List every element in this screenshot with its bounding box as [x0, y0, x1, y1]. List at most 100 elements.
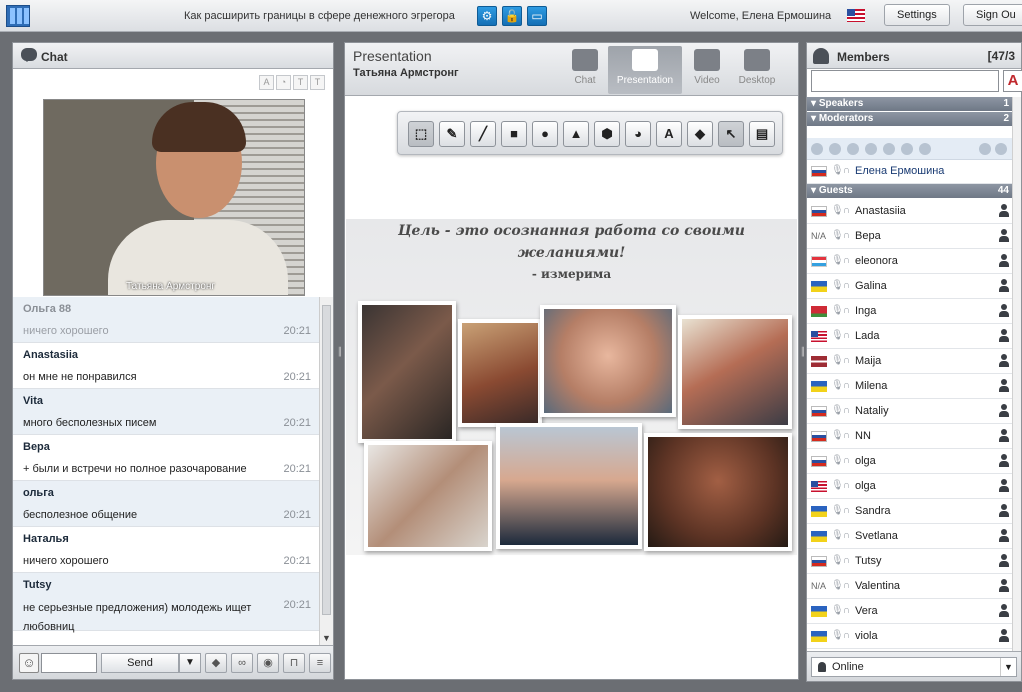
member-row[interactable]: 🎙∩ viola	[807, 624, 1013, 649]
user-icon[interactable]	[999, 304, 1009, 317]
member-row[interactable]: 🎙∩ Sandra	[807, 499, 1013, 524]
member-row[interactable]: 🎙∩ Vera	[807, 599, 1013, 624]
alert-icon[interactable]	[901, 143, 913, 155]
scrollbar-thumb[interactable]	[322, 305, 331, 615]
text-icon[interactable]: A	[656, 121, 682, 147]
font-a-icon[interactable]: A	[1003, 70, 1022, 92]
tab-chat[interactable]: Chat	[559, 46, 611, 94]
lock-icon[interactable]: 🔓	[502, 6, 522, 26]
pencil-icon[interactable]: ✎	[439, 121, 465, 147]
member-row[interactable]: 🎙∩ NN	[807, 424, 1013, 449]
group-moderators[interactable]: ▾ Moderators 2	[807, 112, 1013, 126]
pie-icon[interactable]: ◕	[625, 121, 651, 147]
eye-icon[interactable]: ◉	[257, 653, 279, 673]
user-icon[interactable]	[999, 504, 1009, 517]
list-icon[interactable]: ≡	[309, 653, 331, 673]
send-dropdown-icon[interactable]: ▼	[179, 653, 201, 673]
scroll-down-icon[interactable]: ▼	[322, 633, 331, 643]
member-row[interactable]: 🎙∩ Anastasiia	[807, 199, 1013, 224]
mic-icon[interactable]	[811, 143, 823, 155]
settings-button[interactable]: Settings	[884, 4, 950, 26]
ukraine-flag-icon	[811, 381, 827, 392]
send-button[interactable]: Send	[101, 653, 179, 673]
member-search-input[interactable]	[811, 70, 999, 92]
user-icon[interactable]	[999, 579, 1009, 592]
user-icon[interactable]	[999, 254, 1009, 267]
member-row-moderator[interactable]: 🎙∩ Елена Ермошина	[807, 159, 1013, 184]
ukraine-flag-icon	[811, 506, 827, 517]
right-splitter-handle[interactable]: ║	[800, 348, 806, 356]
cam-icon[interactable]	[883, 143, 895, 155]
font-increase-icon[interactable]: T	[293, 75, 308, 90]
member-row[interactable]: 🎙∩ Tutsy	[807, 549, 1013, 574]
tab-desktop[interactable]: Desktop	[731, 46, 783, 94]
member-row[interactable]: 🎙∩ Inga	[807, 299, 1013, 324]
user-icon[interactable]	[999, 629, 1009, 642]
member-row[interactable]: 🎙∩ eleonora	[807, 249, 1013, 274]
minus-icon[interactable]	[919, 143, 931, 155]
font-decrease-icon[interactable]: T	[310, 75, 325, 90]
user-icon[interactable]	[999, 404, 1009, 417]
user-icon[interactable]	[999, 229, 1009, 242]
tab-presentation[interactable]: Presentation	[608, 46, 682, 94]
user-icon[interactable]	[999, 379, 1009, 392]
member-row[interactable]: 🎙∩ olga	[807, 474, 1013, 499]
tab-video[interactable]: Video	[681, 46, 733, 94]
list-icon[interactable]	[829, 143, 841, 155]
mic-icon[interactable]	[847, 143, 859, 155]
user-icon[interactable]	[999, 454, 1009, 467]
user-icon[interactable]	[999, 354, 1009, 367]
unlock-icon[interactable]: ⊓	[283, 653, 305, 673]
eraser-icon[interactable]: ◆	[205, 653, 227, 673]
smiley-icon[interactable]: ☺	[19, 653, 39, 673]
pointer-icon[interactable]: ↖	[718, 121, 744, 147]
group-guests[interactable]: ▾ Guests 44	[807, 184, 1013, 198]
user-icon[interactable]	[999, 279, 1009, 292]
user-icon[interactable]	[999, 204, 1009, 217]
sign-out-button[interactable]: Sign Ou	[963, 4, 1022, 26]
message-author: Вера	[23, 441, 50, 453]
rectangle-icon[interactable]: ■	[501, 121, 527, 147]
member-row[interactable]: N/A 🎙∩ Valentina	[807, 574, 1013, 599]
clock-icon[interactable]: ◔	[276, 75, 291, 90]
user-icon[interactable]	[999, 529, 1009, 542]
chat-message-input[interactable]	[41, 653, 97, 673]
member-row[interactable]: 🎙∩ Svetlana	[807, 524, 1013, 549]
headphones-icon[interactable]	[865, 143, 877, 155]
member-row[interactable]: 🎙∩ Lada	[807, 324, 1013, 349]
hexagon-icon[interactable]: ⬢	[594, 121, 620, 147]
language-flag-icon[interactable]	[847, 9, 865, 22]
member-row[interactable]: 🎙∩ Milena	[807, 374, 1013, 399]
font-a-icon[interactable]: A	[259, 75, 274, 90]
user-icon[interactable]	[999, 479, 1009, 492]
chat-bubble-icon	[21, 48, 37, 62]
triangle-icon[interactable]: ▲	[563, 121, 589, 147]
member-row[interactable]: 🎙∩ Galina	[807, 274, 1013, 299]
gear-icon[interactable]: ⚙	[477, 6, 497, 26]
chat-panel: Chat A ◔ T T Татьяна Армстронг Ольга 88 …	[12, 42, 334, 680]
line-icon[interactable]: ╱	[470, 121, 496, 147]
circle-icon[interactable]: ●	[532, 121, 558, 147]
user-icon[interactable]	[999, 429, 1009, 442]
user-icon[interactable]	[999, 554, 1009, 567]
status-select[interactable]: Online ▼	[811, 657, 1017, 677]
eraser-tool-icon[interactable]: ◆	[687, 121, 713, 147]
member-row[interactable]: N/A 🎙∩ Вера	[807, 224, 1013, 249]
chat-scrollbar[interactable]: ▼	[319, 297, 333, 645]
user-icon[interactable]	[999, 329, 1009, 342]
member-row[interactable]: 🎙∩ olga	[807, 449, 1013, 474]
member-row[interactable]: 🎙∩ Maija	[807, 349, 1013, 374]
member-row[interactable]: 🎙∩ Nataliy	[807, 399, 1013, 424]
link-icon[interactable]: ∞	[231, 653, 253, 673]
member-name: Vera	[855, 605, 878, 617]
user-icon[interactable]	[999, 604, 1009, 617]
screen-icon[interactable]: ▭	[527, 6, 547, 26]
select-rect-icon[interactable]: ⬚	[408, 121, 434, 147]
save-icon[interactable]: ▤	[749, 121, 775, 147]
star-icon[interactable]	[995, 143, 1007, 155]
members-scrollbar[interactable]	[1012, 97, 1021, 652]
bell-icon[interactable]	[979, 143, 991, 155]
left-splitter-handle[interactable]: ║	[337, 348, 343, 356]
mic-headphones-icon: 🎙∩	[831, 505, 850, 516]
group-speakers[interactable]: ▾ Speakers 1	[807, 97, 1013, 111]
